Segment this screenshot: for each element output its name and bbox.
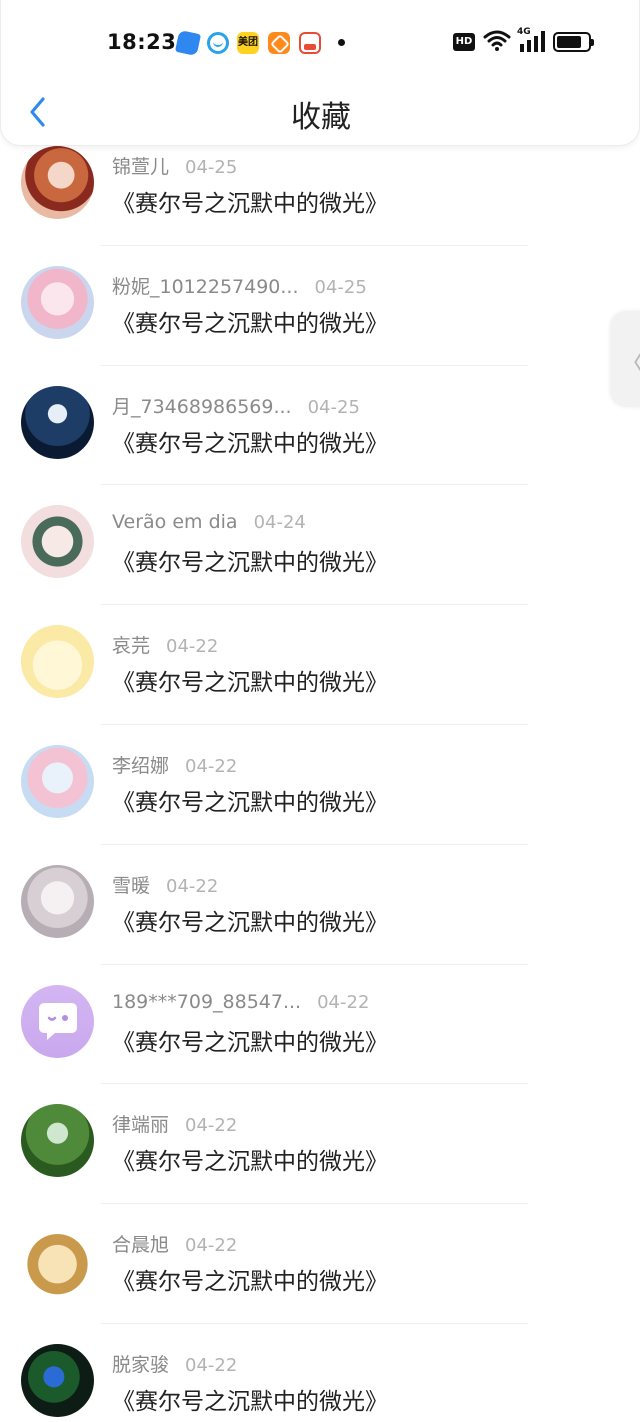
item-meta: 粉妮_1012257490... 04-25	[112, 272, 367, 298]
user-name[interactable]: 李绍娜	[112, 755, 169, 777]
list-item[interactable]: 月_73468986569... 04-25 《赛尔号之沉默中的微光》	[0, 366, 640, 486]
item-meta: 李绍娜 04-22	[112, 751, 237, 777]
user-name[interactable]: 雪暖	[112, 875, 150, 897]
item-title[interactable]: 《赛尔号之沉默中的微光》	[112, 1023, 388, 1057]
item-date: 04-22	[317, 991, 370, 1013]
list-item[interactable]: 189***709_88547... 04-22 《赛尔号之沉默中的微光》	[0, 965, 640, 1085]
avatar[interactable]	[21, 505, 94, 579]
user-name[interactable]: 律端丽	[112, 1114, 169, 1136]
user-name[interactable]: 月_73468986569...	[112, 396, 292, 418]
item-date: 04-22	[166, 636, 219, 658]
item-date: 04-22	[185, 1235, 238, 1257]
item-date: 04-25	[185, 157, 238, 178]
avatar[interactable]	[21, 146, 94, 219]
item-meta: 月_73468986569... 04-25	[112, 392, 360, 418]
item-date: 04-22	[185, 1115, 238, 1137]
chat-bubble-icon	[39, 1002, 77, 1040]
item-meta: 脱家骏 04-22	[112, 1350, 237, 1376]
item-title[interactable]: 《赛尔号之沉默中的微光》	[112, 304, 388, 338]
avatar[interactable]	[21, 864, 94, 938]
item-date: 04-22	[185, 1354, 238, 1376]
item-date: 04-25	[307, 396, 360, 418]
item-meta: 锦萱儿 04-25	[112, 152, 237, 178]
user-name[interactable]: 脱家骏	[112, 1354, 169, 1376]
item-date: 04-22	[166, 875, 219, 897]
list-item[interactable]: 粉妮_1012257490... 04-25 《赛尔号之沉默中的微光》	[0, 246, 640, 366]
status-time: 18:23	[107, 30, 177, 54]
title-bar: 收藏	[1, 86, 640, 146]
item-title[interactable]: 《赛尔号之沉默中的微光》	[112, 903, 388, 937]
battery-level	[557, 36, 581, 48]
item-title[interactable]: 《赛尔号之沉默中的微光》	[112, 663, 388, 697]
avatar[interactable]	[21, 1224, 94, 1298]
item-date: 04-24	[253, 512, 306, 534]
page-title: 收藏	[291, 100, 351, 135]
item-meta: 哀芫 04-22	[112, 631, 218, 657]
user-name[interactable]: 粉妮_1012257490...	[112, 276, 299, 298]
chevron-left-icon: 〈	[619, 343, 640, 380]
battery-icon	[553, 32, 594, 52]
meituan-app-icon: 美团	[237, 32, 259, 54]
item-date: 04-22	[185, 755, 238, 777]
orange-app-icon	[268, 32, 290, 54]
user-name[interactable]: 合晨旭	[112, 1234, 169, 1256]
list-item[interactable]: 脱家骏 04-22 《赛尔号之沉默中的微光》	[0, 1324, 640, 1422]
avatar[interactable]	[21, 265, 94, 339]
item-title[interactable]: 《赛尔号之沉默中的微光》	[112, 543, 388, 577]
user-name[interactable]: 哀芫	[112, 635, 150, 657]
item-title[interactable]: 《赛尔号之沉默中的微光》	[112, 1142, 388, 1176]
item-meta: 189***709_88547... 04-22	[112, 991, 369, 1017]
user-name[interactable]: Verão em dia	[112, 511, 238, 533]
signal-icon	[520, 31, 545, 52]
avatar[interactable]	[21, 1343, 94, 1417]
red-app-icon	[299, 32, 321, 54]
favorites-list: 锦萱儿 04-25 《赛尔号之沉默中的微光》 粉妮_1012257490... 04-2…	[0, 126, 640, 1422]
list-item[interactable]: 李绍娜 04-22 《赛尔号之沉默中的微光》	[0, 725, 640, 845]
status-bar: 18:23 美团 HD 4G	[1, 0, 640, 86]
blue-leaf-app-icon	[174, 29, 202, 57]
item-meta: 合晨旭 04-22	[112, 1230, 237, 1256]
avatar[interactable]	[21, 625, 94, 699]
hd-icon: HD	[453, 33, 475, 51]
item-meta: 雪暖 04-22	[112, 871, 218, 897]
avatar[interactable]	[21, 385, 94, 459]
wifi-icon	[483, 30, 511, 51]
list-item[interactable]: 哀芫 04-22 《赛尔号之沉默中的微光》	[0, 605, 640, 725]
notification-dot-icon	[338, 39, 345, 46]
list-item[interactable]: 律端丽 04-22 《赛尔号之沉默中的微光》	[0, 1084, 640, 1205]
user-name[interactable]: 189***709_88547...	[112, 991, 301, 1013]
item-title[interactable]: 《赛尔号之沉默中的微光》	[112, 783, 388, 817]
list-item[interactable]: 雪暖 04-22 《赛尔号之沉默中的微光》	[0, 845, 640, 965]
item-date: 04-25	[314, 276, 367, 298]
item-meta: Verão em dia 04-24	[112, 511, 306, 537]
avatar[interactable]	[21, 984, 94, 1058]
side-drawer-handle[interactable]: 〈	[611, 311, 640, 407]
avatar[interactable]	[21, 1104, 94, 1178]
smile-app-icon	[207, 32, 229, 54]
item-title[interactable]: 《赛尔号之沉默中的微光》	[112, 184, 388, 218]
item-meta: 律端丽 04-22	[112, 1110, 237, 1136]
user-name[interactable]: 锦萱儿	[112, 156, 169, 178]
item-title[interactable]: 《赛尔号之沉默中的微光》	[112, 1382, 388, 1416]
header: 18:23 美团 HD 4G 收藏	[0, 0, 640, 146]
item-title[interactable]: 《赛尔号之沉默中的微光》	[112, 424, 388, 458]
list-item[interactable]: Verão em dia 04-24 《赛尔号之沉默中的微光》	[0, 485, 640, 606]
avatar[interactable]	[21, 744, 94, 818]
item-title[interactable]: 《赛尔号之沉默中的微光》	[112, 1262, 388, 1296]
list-item[interactable]: 合晨旭 04-22 《赛尔号之沉默中的微光》	[0, 1204, 640, 1324]
